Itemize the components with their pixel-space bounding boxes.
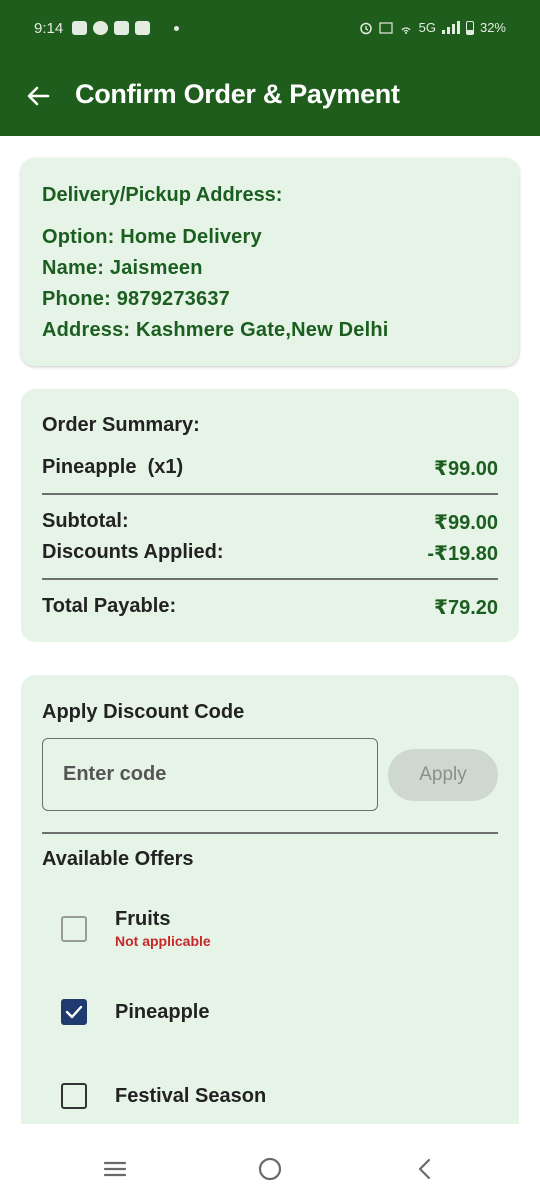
- signal-icon: [441, 21, 460, 34]
- subtotal-row: Subtotal: ₹99.00: [42, 510, 498, 535]
- page-title: Confirm Order & Payment: [75, 79, 400, 109]
- discount-row: Discounts Applied: -₹19.80: [42, 541, 498, 566]
- order-summary-card: Order Summary: Pineapple (x1) ₹99.00 Sub…: [21, 389, 519, 642]
- offer-checkbox[interactable]: [61, 916, 87, 942]
- system-back-button[interactable]: [405, 1154, 445, 1184]
- subtotal-value: ₹99.00: [434, 512, 498, 534]
- system-nav-bar: [0, 1124, 540, 1200]
- summary-heading: Order Summary:: [42, 414, 200, 436]
- offer-label: Fruits: [115, 908, 171, 930]
- discount-heading: Apply Discount Code: [42, 701, 245, 723]
- volte-icon: [379, 21, 393, 34]
- total-divider: [42, 578, 498, 580]
- app-bar: Confirm Order & Payment: [0, 58, 540, 136]
- total-row: Total Payable: ₹79.20: [42, 595, 498, 620]
- apply-button[interactable]: Apply: [388, 749, 498, 801]
- summary-divider: [42, 493, 498, 495]
- network-type: 5G: [418, 20, 436, 35]
- back-button[interactable]: [22, 80, 54, 112]
- offer-label: Pineapple: [115, 1001, 210, 1023]
- discount-card: Apply Discount Code Apply Available Offe…: [21, 675, 519, 1125]
- status-time: 9:14: [34, 20, 64, 37]
- arrow-left-icon: [27, 86, 50, 106]
- battery-icon: [465, 20, 474, 35]
- subtotal-label: Subtotal:: [42, 510, 129, 532]
- customer-address: Address: Kashmere Gate,New Delhi: [42, 319, 389, 341]
- discount-value: -₹19.80: [427, 543, 498, 565]
- home-button[interactable]: [250, 1154, 290, 1184]
- order-item-row: Pineapple (x1) ₹99.00: [42, 456, 498, 481]
- youtube-icon: [72, 21, 87, 35]
- customer-name: Name: Jaismeen: [42, 257, 203, 279]
- total-value: ₹79.20: [434, 597, 498, 619]
- system-icons: 5G 32%: [359, 20, 506, 35]
- offer-checkbox[interactable]: [61, 999, 87, 1025]
- messenger-icon: [93, 21, 108, 35]
- discount-label: Discounts Applied:: [42, 541, 224, 563]
- item-name: Pineapple (x1): [42, 456, 184, 478]
- offers-heading: Available Offers: [42, 848, 194, 870]
- total-label: Total Payable:: [42, 595, 177, 617]
- hotspot-icon: [401, 26, 411, 34]
- back-icon: [418, 1158, 431, 1180]
- address-card: Delivery/Pickup Address: Option: Home De…: [21, 158, 519, 366]
- discount-code-input[interactable]: [42, 738, 378, 811]
- home-icon: [258, 1157, 282, 1181]
- address-heading: Delivery/Pickup Address:: [42, 184, 283, 206]
- customer-phone: Phone: 9879273637: [42, 288, 230, 310]
- more-notifications-dot: [174, 25, 179, 31]
- status-bar: 9:14 5G 32%: [0, 0, 540, 58]
- delivery-option: Option: Home Delivery: [42, 226, 262, 248]
- check-icon: [65, 1005, 83, 1019]
- alarm-icon: [359, 22, 372, 34]
- notification-icons: [72, 21, 179, 35]
- battery-percent: 32%: [479, 20, 506, 35]
- offer-checkbox[interactable]: [61, 1083, 87, 1109]
- offer-label: Festival Season: [115, 1085, 267, 1107]
- offer-status: Not applicable: [115, 933, 211, 949]
- gmail-icon: [135, 21, 150, 35]
- recent-apps-button[interactable]: [95, 1154, 135, 1184]
- item-price: ₹99.00: [434, 458, 498, 480]
- linkedin-icon: [114, 21, 129, 35]
- discount-divider: [42, 832, 498, 834]
- recent-apps-icon: [103, 1161, 127, 1177]
